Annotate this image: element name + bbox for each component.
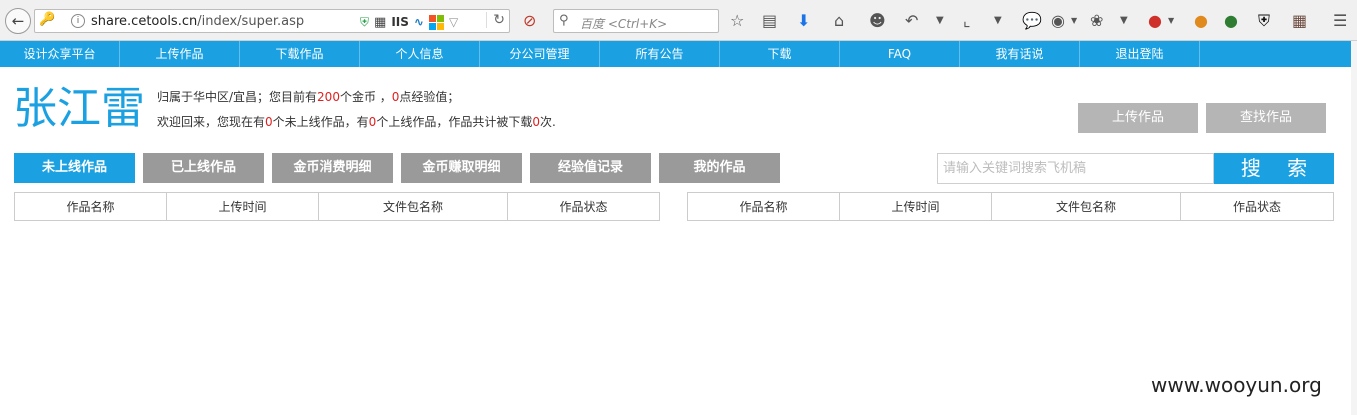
addon-green-icon[interactable]: ● [1224, 11, 1238, 31]
shield-black-icon[interactable]: ⛨ [1258, 11, 1270, 31]
nav-item-upload[interactable]: 上传作品 [120, 41, 240, 67]
qr-code-icon[interactable]: ▦ [374, 15, 386, 30]
user-info-line-1: 归属于华中区/宜昌；您目前有200个金币 ，0点经验值； [157, 88, 459, 105]
site-nav: 设计众享平台 上传作品 下载作品 个人信息 分公司管理 所有公告 下载 FAQ … [0, 41, 1357, 67]
nav-item-profile[interactable]: 个人信息 [360, 41, 480, 67]
crop-icon[interactable]: ⌞ [963, 11, 971, 31]
nav-item-announcements[interactable]: 所有公告 [600, 41, 720, 67]
tab-my-works[interactable]: 我的作品 [659, 153, 780, 183]
back-button[interactable]: ← [5, 8, 31, 34]
chevron-down-icon[interactable]: ▼ [994, 11, 1002, 31]
chat-icon[interactable]: 💬 [1022, 11, 1042, 31]
nav-item-faq[interactable]: FAQ [840, 41, 960, 67]
table-header-row: 作品名称 上传时间 文件包名称 作品状态 [687, 192, 1334, 221]
home-icon[interactable]: ⌂ [834, 11, 844, 31]
column-header-package-name: 文件包名称 [318, 192, 508, 221]
download-icon[interactable]: ⬇ [797, 11, 810, 31]
column-header-upload-time: 上传时间 [166, 192, 319, 221]
tab-online-works[interactable]: 已上线作品 [143, 153, 264, 183]
column-header-status: 作品状态 [1180, 192, 1334, 221]
find-work-button[interactable]: 查找作品 [1206, 103, 1326, 133]
bookmark-star-icon[interactable]: ☆ [730, 11, 744, 31]
nav-item-download-works[interactable]: 下载作品 [240, 41, 360, 67]
info-text: 个金币 ， [339, 90, 392, 104]
download-count: 0 [532, 115, 540, 129]
bug-icon[interactable]: ❀ [1090, 11, 1103, 31]
chevron-down-icon[interactable]: ▼ [1168, 11, 1174, 31]
user-name: 张江雷 [13, 83, 145, 134]
key-icon: 🔑 [39, 12, 56, 27]
column-header-status: 作品状态 [507, 192, 660, 221]
search-icon: ⚲ [559, 13, 569, 28]
url-bar[interactable]: 🔑 i share.cetools.cn/index/super.asp ⛨ ▦… [34, 9, 510, 33]
url-text: share.cetools.cn/index/super.asp [91, 14, 304, 29]
info-text: 点经验值； [399, 90, 460, 104]
addon-orange-icon[interactable]: ● [1194, 11, 1208, 31]
nav-item-logout[interactable]: 退出登陆 [1080, 41, 1200, 67]
info-text: 次. [539, 115, 556, 129]
info-text: 个未上线作品，有 [272, 115, 369, 129]
works-table-right: 作品名称 上传时间 文件包名称 作品状态 [687, 192, 1334, 221]
nav-item-branch-admin[interactable]: 分公司管理 [480, 41, 600, 67]
addon-red-icon[interactable]: ● [1148, 11, 1162, 31]
keyword-search-input[interactable]: 请输入关键词搜索飞机稿 [937, 153, 1214, 184]
info-text: 归属于华中区/宜昌；您目前有 [157, 90, 318, 104]
block-icon[interactable]: ⊘ [523, 11, 536, 31]
info-text: 欢迎回来，您现在有 [157, 115, 266, 129]
search-button[interactable]: 搜 索 [1214, 153, 1334, 184]
user-info-line-2: 欢迎回来，您现在有0个未上线作品，有0个上线作品，作品共计被下载0次. [157, 113, 556, 130]
chevron-down-icon[interactable]: ▼ [1120, 11, 1128, 31]
coin-count: 200 [317, 90, 340, 104]
nav-item-feedback[interactable]: 我有话说 [960, 41, 1080, 67]
iis-badge: IIS [391, 15, 409, 29]
info-text: 个上线作品，作品共计被下载 [376, 115, 533, 129]
tab-coin-spending[interactable]: 金币消费明细 [272, 153, 393, 183]
column-header-package-name: 文件包名称 [991, 192, 1181, 221]
dropdown-arrow-icon[interactable]: ▽ [449, 15, 458, 29]
reading-list-icon[interactable]: ▤ [762, 11, 777, 31]
url-host: share.cetools.cn [91, 14, 198, 29]
nav-item-download[interactable]: 下载 [720, 41, 840, 67]
column-header-name: 作品名称 [687, 192, 840, 221]
offline-count: 0 [265, 115, 273, 129]
aspnet-icon: ∿ [413, 15, 424, 29]
shield-icon[interactable]: ⛨ [360, 15, 369, 30]
undo-icon[interactable]: ↶ [905, 11, 918, 31]
table-header-row: 作品名称 上传时间 文件包名称 作品状态 [14, 192, 660, 221]
wall-icon[interactable]: ▦ [1292, 11, 1307, 31]
browser-search-bar[interactable]: ⚲ 百度 <Ctrl+K> [553, 9, 719, 33]
tab-offline-works[interactable]: 未上线作品 [14, 153, 135, 183]
nav-item-platform[interactable]: 设计众享平台 [0, 41, 120, 67]
windows-logo-icon [428, 14, 444, 30]
column-header-name: 作品名称 [14, 192, 167, 221]
reload-icon[interactable]: ↻ [486, 12, 505, 28]
search-placeholder: 百度 <Ctrl+K> [580, 17, 668, 31]
tab-coin-earning[interactable]: 金币赚取明细 [401, 153, 522, 183]
tab-exp-record[interactable]: 经验值记录 [530, 153, 651, 183]
globe-icon[interactable]: ◉ [1051, 11, 1065, 31]
chevron-down-icon[interactable]: ▼ [1071, 11, 1077, 31]
url-path: /index/super.asp [197, 14, 305, 29]
watermark-text: www.wooyun.org [1151, 373, 1322, 397]
url-addon-icons: ⛨ ▦ IIS ∿ ▽ [360, 13, 458, 31]
smiley-icon[interactable]: ☻ [869, 11, 886, 31]
site-info-icon[interactable]: i [71, 14, 85, 28]
page-scrollbar[interactable] [1351, 41, 1357, 415]
menu-icon[interactable]: ☰ [1333, 11, 1347, 31]
upload-work-button[interactable]: 上传作品 [1078, 103, 1198, 133]
browser-toolbar: ← 🔑 i share.cetools.cn/index/super.asp ⛨… [0, 0, 1357, 41]
works-table-left: 作品名称 上传时间 文件包名称 作品状态 [14, 192, 660, 221]
chevron-down-icon[interactable]: ▼ [936, 11, 944, 31]
column-header-upload-time: 上传时间 [839, 192, 992, 221]
